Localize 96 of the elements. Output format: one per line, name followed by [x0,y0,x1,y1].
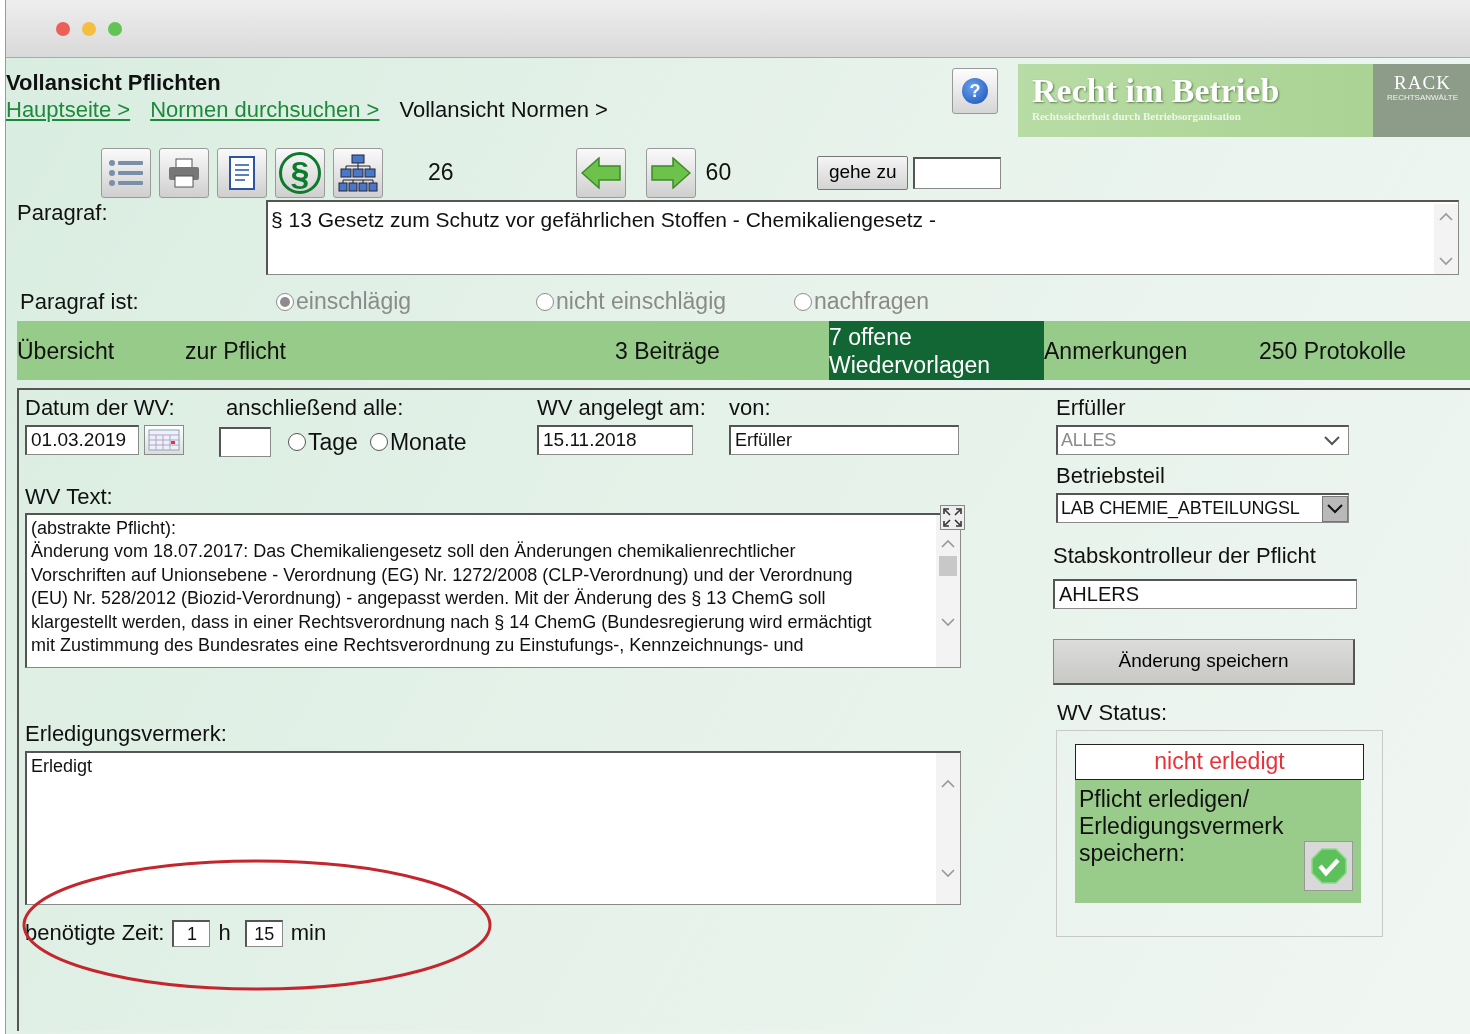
hierarchy-button[interactable] [333,147,383,198]
text-area[interactable]: Erledigt [25,750,961,905]
text-line: Vorschriften auf Unionsebene - Verordnung (EG) Nr. 1272/2008 (CLP-Verordnung) und der Verordnung [31,563,854,587]
field-label: anschließend alle: [226,395,405,421]
field-label: von: [729,395,772,421]
interval-input[interactable] [219,427,271,458]
field-label: Paragraf: [17,200,109,226]
tab[interactable]: 250 Protokolle [1259,321,1470,380]
radio-label: Monate [389,428,467,457]
goto-input[interactable] [913,156,1002,189]
list-icon [108,157,144,188]
help-icon: ? [962,78,988,104]
dropdown[interactable]: LAB CHEMIE_ABTEILUNGSL [1056,493,1349,523]
goto-button[interactable]: gehe zu [817,155,909,190]
date-input[interactable]: 01.03.2019 [25,425,139,455]
field-label: benötigte Zeit: [25,920,165,946]
field-label: Datum der WV: [25,395,176,421]
radio-label: nachfragen [814,287,930,317]
field-label: Stabskontrolleur der Pflicht [1053,543,1317,569]
radio-button[interactable] [288,433,306,452]
document-icon [227,155,257,190]
scroll-up-icon[interactable] [941,778,955,788]
text-line: Erledigt [31,754,94,778]
arrow-right-icon [650,156,691,189]
hierarchy-icon [338,153,378,192]
brand-subtitle: RECHTSANWÄLTE [1386,92,1459,104]
field-label: Erfüller [1056,395,1127,421]
tab[interactable]: 7 offene Wiedervorlagen [829,321,1044,380]
dropdown-value: ALLES [1061,429,1117,452]
text-line: mit Zustimmung des Bundesrates eine Rechtsverordnung zu Einstufungs-, Kennzeichnungs- und [31,634,805,658]
minutes-input[interactable]: 15 [244,919,283,947]
expand-icon [943,507,962,527]
paragraph-text: § 13 Gesetz zum Schutz vor gefährlichen Stoffen - Chemikaliengesetz - [271,208,936,231]
printer-icon [168,157,200,188]
scroll-down-icon[interactable] [941,617,955,627]
breadcrumb-current: Vollansicht Normen > [399,96,608,124]
text-line: (EU) Nr. 528/2012 (Biozid-Verordnung) - angepasst werden. Mit der Änderung des § 13 ChemG soll [31,587,827,611]
text-line: Änderung vom 18.07.2017: Das Chemikaliengesetz soll den Änderungen chemikalienrechtlicher [31,540,797,564]
field-label: Betriebsteil [1056,463,1166,489]
chevron-down-icon [1327,503,1343,514]
print-button[interactable] [159,147,209,198]
arrow-left-icon [580,156,621,189]
logo-tagline: Rechtssicherheit durch Betriebsorganisation [1032,109,1242,124]
field-label: WV angelegt am: [537,395,707,421]
dropdown-value: LAB CHEMIE_ABTEILUNGSL [1061,497,1300,521]
confirm-button[interactable] [1304,841,1353,891]
window-control[interactable] [108,21,122,36]
scroll-down-icon[interactable] [941,868,955,878]
field-label: WV Text: [25,483,114,510]
calendar-icon [148,429,180,451]
page-title: Vollansicht Pflichten [6,70,222,96]
calendar-button[interactable] [144,425,184,455]
breadcrumb-link[interactable]: Normen durchsuchen > [150,96,380,124]
status-value: nicht erledigt [1075,744,1364,780]
document-button[interactable] [217,147,267,198]
controller-input[interactable]: AHLERS [1053,579,1357,609]
field-label: Paragraf ist: [20,288,140,315]
radio-label: nicht einschlägig [556,287,727,317]
tab[interactable]: 3 Beiträge [615,321,829,380]
unit-label: min [290,920,327,946]
scroll-up-icon[interactable] [941,538,955,548]
hours-input[interactable]: 1 [172,919,211,947]
scroll-down-icon[interactable] [1439,257,1453,266]
radio-label: Tage [308,428,358,457]
tab[interactable]: Anmerkungen [1044,321,1259,380]
next-button[interactable] [645,147,696,198]
brand-name: RACK [1393,74,1452,92]
save-button[interactable]: Änderung speichern [1053,639,1355,685]
check-icon [1310,848,1347,884]
scroll-up-icon[interactable] [1439,212,1453,221]
text-line: klargestellt werden, dass in einer Rechtsverordnung nach § 14 ChemG (Bundesregierung wird ermächtigt [31,610,873,634]
tab[interactable]: zur Pflicht [185,321,615,380]
date-input[interactable]: 15.11.2018 [537,425,693,455]
dropdown-button[interactable] [1322,495,1348,522]
field-label: WV Status: [1057,700,1169,726]
paragraph-field[interactable]: § 13 Gesetz zum Schutz vor gefährlichen Stoffen - Chemikaliengesetz - [266,200,1459,275]
action-text: Pflicht erledigen/ Erledigungsvermerk speichern: [1079,786,1285,867]
text-line: (abstrakte Pflicht): [31,516,178,540]
scrollbar-thumb[interactable] [939,555,957,576]
unit-label: h [218,920,231,946]
tab[interactable]: Übersicht [17,321,185,380]
logo-title: Recht im Betrieb [1032,74,1281,108]
record-total: 60 [705,158,732,188]
paragraph-button[interactable]: § [275,147,325,198]
radio-label: einschlägig [296,287,412,317]
author-input[interactable]: Erfüller [729,425,959,455]
breadcrumb-link[interactable]: Hauptseite > [6,96,131,124]
expand-button[interactable] [940,504,965,530]
window-control[interactable] [56,21,70,36]
radio-button[interactable] [369,433,388,452]
previous-button[interactable] [575,147,626,198]
chevron-down-icon [1324,435,1340,446]
text-area[interactable] [25,512,961,668]
record-position: 26 [428,158,454,188]
list-button[interactable] [101,147,151,198]
field-label: Erledigungsvermerk: [25,720,228,747]
